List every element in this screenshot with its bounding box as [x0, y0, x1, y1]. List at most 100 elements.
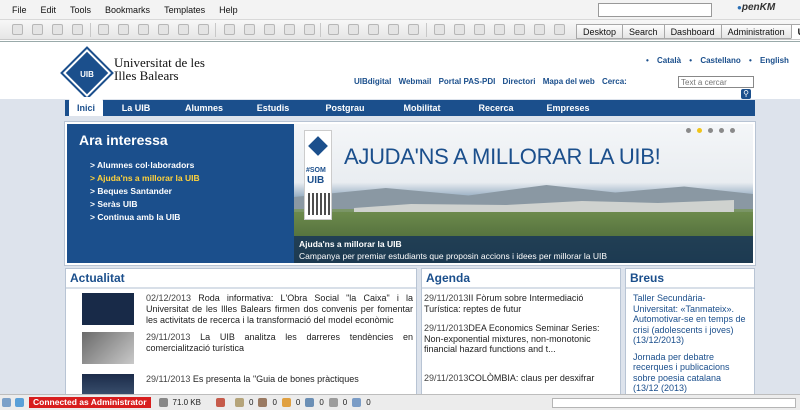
- featured-link[interactable]: > Alumnes col·laboradors: [90, 159, 200, 172]
- agenda-item[interactable]: 29/11/2013DEA Economics Seminar Series: …: [422, 319, 620, 369]
- slider-dot[interactable]: [708, 128, 713, 133]
- slider-dot-active[interactable]: [697, 128, 702, 133]
- move-icon[interactable]: [454, 24, 465, 35]
- news-thumbnail[interactable]: [82, 374, 134, 394]
- actualitat-panel: Actualitat 02/12/2013 Roda informativa: …: [65, 268, 417, 394]
- edit-icon[interactable]: [138, 24, 149, 35]
- copy-icon[interactable]: [434, 24, 445, 35]
- lang-english[interactable]: • English: [749, 56, 789, 65]
- nav-la-uib[interactable]: La UIB: [103, 100, 169, 116]
- news-thumbnail[interactable]: [82, 293, 134, 325]
- agenda-item[interactable]: 29/11/2013COLÒMBIA: claus per desxifrar: [422, 369, 620, 386]
- link-directori[interactable]: Directori: [503, 77, 536, 86]
- nav-estudis[interactable]: Estudis: [239, 100, 307, 116]
- subscribed-icon[interactable]: [281, 398, 291, 407]
- lang-castellano[interactable]: • Castellano: [689, 56, 741, 65]
- site-search-input[interactable]: [678, 76, 754, 88]
- nav-inici[interactable]: Inici: [69, 97, 103, 116]
- workflow-icon[interactable]: [328, 398, 338, 407]
- pencil-icon[interactable]: [15, 398, 24, 407]
- news-thumbnail[interactable]: [82, 332, 134, 364]
- quick-search-input[interactable]: [598, 3, 712, 17]
- news-icon[interactable]: [305, 398, 315, 407]
- featured-menu: Ara interessa > Alumnes col·laboradors >…: [67, 124, 293, 263]
- link-portal[interactable]: Portal PAS-PDI: [439, 77, 496, 86]
- nav-empreses[interactable]: Empreses: [531, 100, 605, 116]
- breus-title: Breus: [626, 269, 754, 289]
- link-mapa-web[interactable]: Mapa del web: [543, 77, 595, 86]
- link-uibdigital[interactable]: UIBdigital: [354, 77, 391, 86]
- download-icon[interactable]: [368, 24, 379, 35]
- menu-file[interactable]: File: [0, 5, 34, 15]
- add-document-icon[interactable]: [98, 24, 109, 35]
- folder-create-icon[interactable]: [12, 24, 23, 35]
- cancel-checkout-icon[interactable]: [198, 24, 209, 35]
- find-folder-icon[interactable]: [32, 24, 43, 35]
- rename-icon[interactable]: [474, 24, 485, 35]
- agenda-item[interactable]: 29/11/2013II Fòrum sobre Intermediació T…: [422, 289, 620, 319]
- nav-alumnes[interactable]: Alumnes: [169, 100, 239, 116]
- scanner-icon[interactable]: [328, 24, 339, 35]
- pdf-icon[interactable]: [388, 24, 399, 35]
- lock-icon[interactable]: [52, 24, 63, 35]
- workflow-icon[interactable]: [244, 24, 255, 35]
- caption-title[interactable]: Ajuda'ns a millorar la UIB: [299, 239, 402, 249]
- nav-postgrau[interactable]: Postgrau: [307, 100, 383, 116]
- tab-dashboard[interactable]: Dashboard: [663, 24, 722, 39]
- openkm-logo: ●penKM: [737, 2, 776, 13]
- subscribe-icon[interactable]: [264, 24, 275, 35]
- tab-uib[interactable]: UIB: [790, 24, 800, 39]
- property-icon[interactable]: [224, 24, 235, 35]
- qr-code-icon: [308, 193, 330, 215]
- mail-icon[interactable]: [408, 24, 419, 35]
- slider-dot[interactable]: [730, 128, 735, 133]
- menu-bookmarks[interactable]: Bookmarks: [98, 5, 157, 15]
- menu-tools[interactable]: Tools: [63, 5, 98, 15]
- checkout-icon[interactable]: [178, 24, 189, 35]
- delete-icon[interactable]: [118, 24, 129, 35]
- tab-search[interactable]: Search: [622, 24, 665, 39]
- breus-item[interactable]: Jornada per debatre recerques i publicac…: [626, 348, 754, 395]
- search-icon[interactable]: ⚲: [741, 89, 751, 99]
- featured-links: > Alumnes col·laboradors > Ajuda'ns a mi…: [90, 159, 200, 224]
- home-icon[interactable]: [284, 24, 295, 35]
- tab-desktop[interactable]: Desktop: [576, 24, 624, 39]
- actualitat-title: Actualitat: [66, 269, 416, 289]
- language-switcher: • Català • Castellano • English: [640, 56, 789, 65]
- breus-item[interactable]: Taller Secundària-Universitat: «Tanmatei…: [626, 289, 754, 348]
- refresh-icon[interactable]: [304, 24, 315, 35]
- news-item[interactable]: 29/11/2013 Es presenta la "Guia de bones…: [66, 370, 416, 394]
- featured-link[interactable]: > Seràs UIB: [90, 198, 200, 211]
- nav-mobilitat[interactable]: Mobilitat: [383, 100, 461, 116]
- uib-logo-text: UIB: [80, 70, 94, 79]
- checkout-docs-icon[interactable]: [258, 398, 268, 407]
- news-item[interactable]: 29/11/2013 La UIB analitza les darreres …: [66, 328, 416, 370]
- chat-icon[interactable]: [554, 24, 565, 35]
- locked-docs-icon[interactable]: [234, 398, 244, 407]
- lang-catala[interactable]: • Català: [646, 56, 681, 65]
- messages-icon[interactable]: [352, 398, 362, 407]
- bookmark-icon[interactable]: [494, 24, 505, 35]
- uploader-icon[interactable]: [348, 24, 359, 35]
- unlock-icon[interactable]: [72, 24, 83, 35]
- slider-dot[interactable]: [719, 128, 724, 133]
- user-icon[interactable]: [215, 398, 225, 407]
- link-webmail[interactable]: Webmail: [399, 77, 432, 86]
- menu-templates[interactable]: Templates: [157, 5, 212, 15]
- featured-link[interactable]: > Continua amb la UIB: [90, 211, 200, 224]
- featured-link[interactable]: > Beques Santander: [90, 185, 200, 198]
- featured-image[interactable]: #SOM UIB AJUDA'NS A MILLORAR LA UIB! Aju…: [294, 124, 753, 263]
- news-item[interactable]: 02/12/2013 Roda informativa: L'Obra Soci…: [66, 289, 416, 328]
- featured-link-selected[interactable]: > Ajuda'ns a millorar la UIB: [90, 172, 200, 185]
- tab-administration[interactable]: Administration: [720, 24, 792, 39]
- nav-recerca[interactable]: Recerca: [461, 100, 531, 116]
- settings-icon[interactable]: [534, 24, 545, 35]
- agenda-panel: Agenda 29/11/2013II Fòrum sobre Intermed…: [421, 268, 621, 394]
- note-icon[interactable]: [514, 24, 525, 35]
- refresh-icon[interactable]: [2, 398, 11, 407]
- menu-edit[interactable]: Edit: [34, 5, 64, 15]
- slider-dot[interactable]: [686, 128, 691, 133]
- checkin-icon[interactable]: [158, 24, 169, 35]
- menu-help[interactable]: Help: [212, 5, 245, 15]
- workspace-tabs: Desktop Search Dashboard Administration …: [576, 24, 800, 39]
